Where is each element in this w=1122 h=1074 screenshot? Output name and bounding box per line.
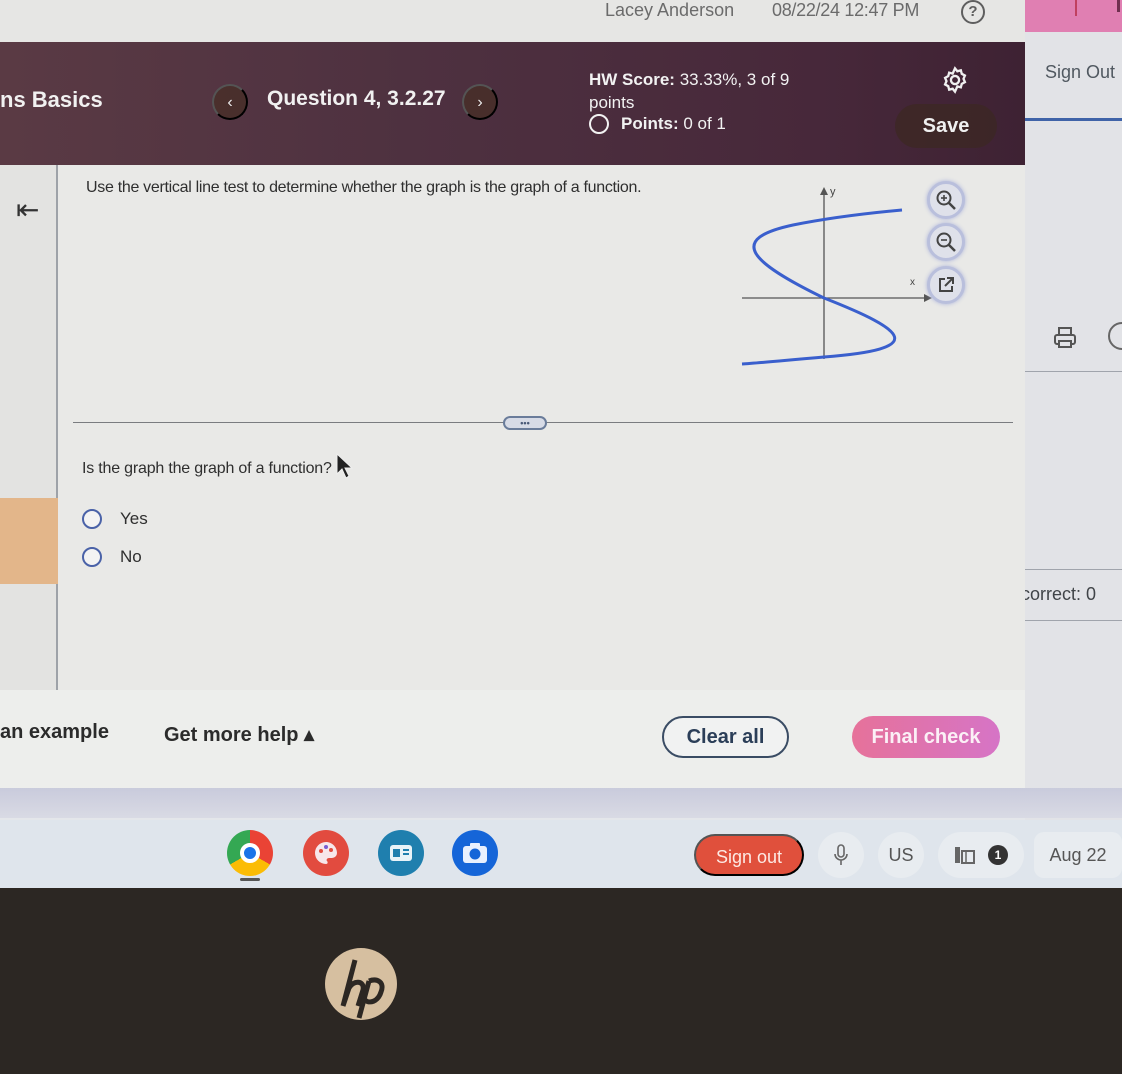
course-title: ns Basics: [0, 87, 103, 112]
question-title: Question 4, 3.2.27: [267, 87, 446, 110]
zoom-in-icon: [936, 190, 956, 210]
points-status-icon: [589, 114, 609, 134]
answer-option-no[interactable]: No: [82, 547, 142, 567]
microphone-button[interactable]: [818, 832, 864, 878]
chrome-app-icon[interactable]: [227, 830, 273, 876]
notification-badge: 1: [988, 845, 1008, 865]
hp-logo-icon: [325, 948, 397, 1020]
question-toolbar: an example Get more help ▴ Clear all Fin…: [0, 690, 1025, 788]
print-icon[interactable]: [1053, 327, 1077, 349]
os-shelf: Sign out US 1 Aug 22: [0, 820, 1122, 888]
zoom-out-button[interactable]: [927, 223, 965, 261]
divider: [1025, 569, 1122, 570]
user-name: Lacey Anderson: [605, 0, 735, 20]
sign-out-link[interactable]: Sign Out: [1045, 62, 1115, 83]
microphone-icon: [834, 844, 848, 865]
y-axis-arrow: [820, 187, 828, 195]
view-example-link[interactable]: an example: [0, 721, 109, 744]
divider: [1025, 371, 1122, 372]
files-icon: [390, 845, 412, 861]
radio-yes[interactable]: [82, 509, 102, 529]
browser-tab-strip: [1025, 0, 1122, 32]
points-value: 0 of 1: [683, 114, 726, 133]
collapse-panel-icon[interactable]: ⇤: [16, 193, 39, 226]
screen: Lacey Anderson 08/22/24 12:47 PM ? ns Ba…: [0, 0, 1122, 888]
clear-all-button[interactable]: Clear all: [662, 716, 789, 758]
option-label: No: [120, 547, 142, 566]
laptop-bezel: [0, 888, 1122, 1074]
correct-count: correct: 0: [1021, 584, 1097, 604]
clipboard-tray-icon: [955, 847, 975, 864]
get-more-help-link[interactable]: Get more help ▴: [164, 722, 314, 747]
camera-app-icon[interactable]: [452, 830, 498, 876]
date-tray-button[interactable]: Aug 22: [1034, 832, 1122, 878]
option-label: Yes: [120, 509, 148, 528]
highlight-block: [0, 498, 58, 584]
left-rail: ⇤: [0, 165, 58, 690]
mouse-cursor-icon: [336, 453, 354, 479]
hw-score-label: HW Score:: [589, 70, 675, 89]
radio-no[interactable]: [82, 547, 102, 567]
hp-logo-mark: [340, 959, 385, 1019]
question-instruction: Use the vertical line test to determine …: [86, 179, 642, 196]
question-content: ⇤ Use the vertical line test to determin…: [0, 165, 1025, 690]
keyboard-layout-button[interactable]: US: [878, 832, 924, 878]
os-sign-out-button[interactable]: Sign out: [694, 834, 804, 876]
assignment-header: ns Basics ‹ Question 4, 3.2.27 › HW Scor…: [0, 42, 1025, 165]
x-axis-label: x: [910, 277, 915, 288]
top-strip: Lacey Anderson 08/22/24 12:47 PM ?: [0, 0, 1025, 42]
help-icon[interactable]: ?: [961, 0, 985, 24]
expand-more-button[interactable]: •••: [503, 416, 547, 430]
zoom-out-icon: [936, 232, 956, 252]
canvas-app-icon[interactable]: [303, 830, 349, 876]
s-curve: [741, 208, 903, 366]
question-prompt: Is the graph the graph of a function?: [82, 460, 332, 477]
running-indicator: [240, 878, 260, 881]
next-question-button[interactable]: ›: [462, 84, 498, 120]
chrome-center: [240, 843, 260, 863]
divider: [1025, 118, 1122, 121]
function-graph: y x: [741, 186, 932, 366]
palette-icon: [315, 842, 337, 864]
popout-button[interactable]: [927, 266, 965, 304]
final-check-button[interactable]: Final check: [852, 716, 1000, 758]
points-label: Points:: [621, 114, 679, 133]
side-panel: Sign Out correct: 0: [1021, 32, 1122, 888]
divider: [1025, 620, 1122, 621]
hw-score: HW Score: 33.33%, 3 of 9 points: [589, 68, 829, 114]
tab-divider: [1075, 0, 1077, 16]
keyboard-layout: US: [888, 844, 914, 865]
shelf-date: Aug 22: [1049, 844, 1107, 865]
points-row: Points: 0 of 1: [589, 114, 726, 134]
zoom-in-button[interactable]: [927, 181, 965, 219]
previous-question-button[interactable]: ‹: [212, 84, 248, 120]
save-button[interactable]: Save: [895, 104, 997, 148]
y-axis-label: y: [830, 186, 836, 198]
notifications-button[interactable]: 1: [938, 832, 1024, 878]
window-shadow: [0, 788, 1122, 818]
datetime: 08/22/24 12:47 PM: [772, 0, 920, 20]
settings-gear-icon[interactable]: [941, 66, 969, 94]
files-app-icon[interactable]: [378, 830, 424, 876]
external-link-icon: [939, 277, 954, 292]
answer-option-yes[interactable]: Yes: [82, 509, 148, 529]
tab-divider: [1117, 0, 1120, 12]
camera-icon: [463, 843, 487, 863]
info-icon[interactable]: [1108, 322, 1122, 350]
